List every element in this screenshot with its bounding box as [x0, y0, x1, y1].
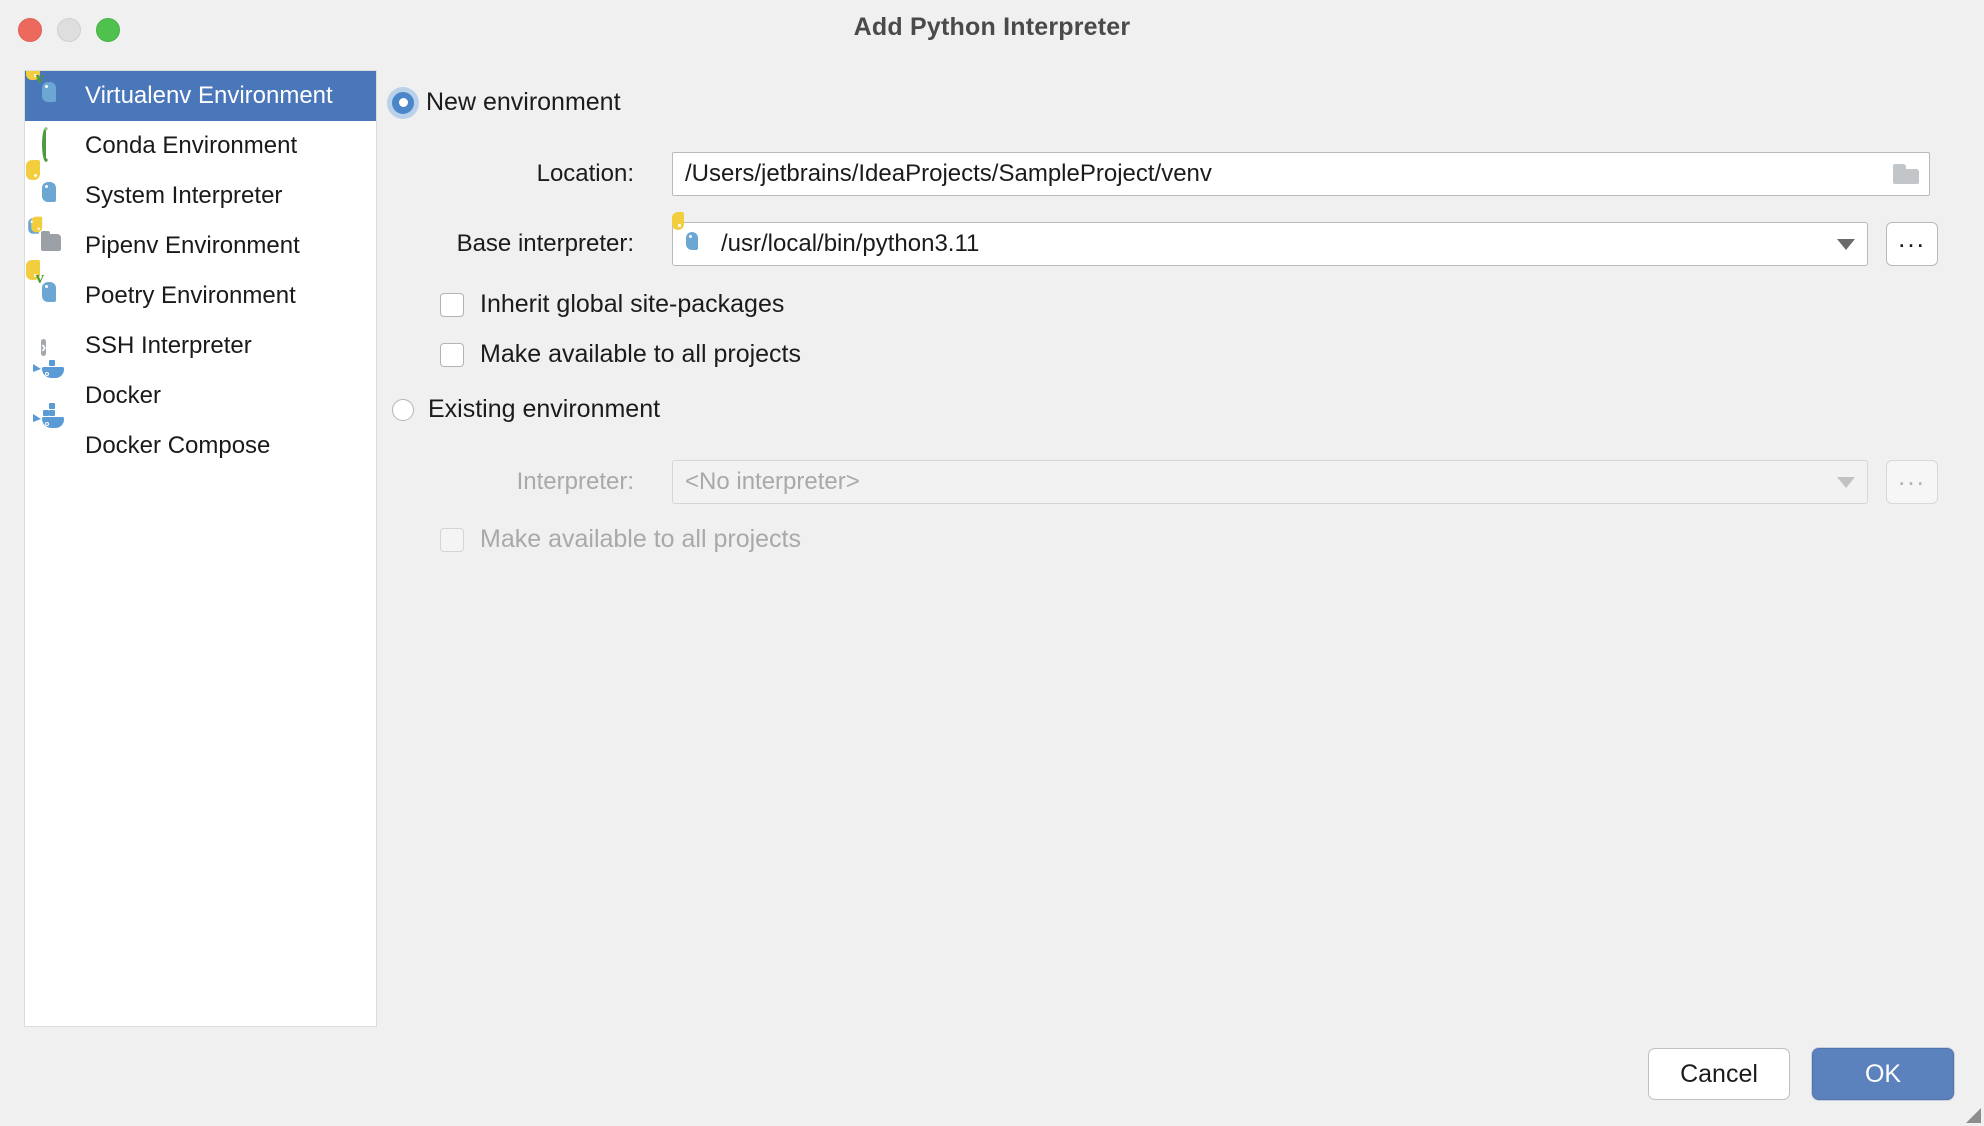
sidebar-item-ssh-interpreter[interactable]: › SSH Interpreter	[25, 321, 376, 371]
base-interpreter-browse-button[interactable]: ...	[1886, 222, 1938, 266]
sidebar-item-label: Docker	[85, 382, 162, 409]
sidebar-item-label: Pipenv Environment	[85, 232, 300, 259]
new-environment-radio-row[interactable]: New environment	[392, 88, 621, 117]
existing-environment-radio[interactable]	[392, 398, 414, 421]
sidebar-item-docker[interactable]: Docker	[25, 360, 376, 421]
new-environment-radio[interactable]	[392, 91, 414, 114]
sidebar-item-label: Virtualenv Environment	[85, 82, 333, 109]
base-interpreter-dropdown[interactable]: /usr/local/bin/python3.11	[672, 212, 1868, 266]
sidebar-item-label: Poetry Environment	[85, 282, 296, 309]
docker-compose-whale-icon	[33, 403, 71, 461]
location-value: /Users/jetbrains/IdeaProjects/SampleProj…	[685, 160, 1212, 187]
sidebar-item-conda-environment[interactable]: Conda Environment	[25, 121, 376, 171]
sidebar-item-label: System Interpreter	[85, 182, 283, 209]
window-titlebar: Add Python Interpreter	[0, 0, 1984, 56]
sidebar-item-poetry-environment[interactable]: v Poetry Environment	[25, 260, 376, 321]
make-available-all-projects-label: Make available to all projects	[480, 340, 801, 368]
chevron-down-icon[interactable]	[1837, 476, 1855, 488]
python-icon	[672, 212, 711, 257]
existing-interpreter-dropdown[interactable]: <No interpreter>	[672, 460, 1868, 504]
existing-make-available-all-projects-label: Make available to all projects	[480, 525, 801, 553]
inherit-global-site-packages-row[interactable]: Inherit global site-packages	[440, 290, 784, 319]
inherit-global-site-packages-label: Inherit global site-packages	[480, 290, 785, 318]
location-label: Location:	[536, 160, 634, 187]
existing-environment-radio-row[interactable]: Existing environment	[392, 395, 660, 424]
existing-interpreter-row: Interpreter: <No interpreter> ...	[392, 460, 1952, 504]
python-venv-icon: v	[26, 71, 71, 111]
window-title: Add Python Interpreter	[853, 13, 1131, 41]
conda-ring-icon	[41, 127, 71, 162]
existing-interpreter-value: <No interpreter>	[685, 468, 860, 495]
base-interpreter-label: Base interpreter:	[456, 230, 634, 257]
docker-whale-icon	[33, 360, 71, 411]
sidebar-item-pipenv-environment[interactable]: Pipenv Environment	[25, 216, 376, 271]
existing-interpreter-label: Interpreter:	[516, 468, 634, 495]
inherit-global-site-packages-checkbox[interactable]	[440, 292, 464, 317]
python-icon	[26, 160, 71, 211]
ssh-terminal-icon: ›	[41, 339, 47, 356]
chevron-down-icon[interactable]	[1837, 238, 1855, 250]
base-interpreter-row: Base interpreter: /usr/local/bin/python3…	[392, 212, 1952, 266]
cancel-button[interactable]: Cancel	[1648, 1048, 1790, 1100]
sidebar-item-virtualenv-environment[interactable]: v Virtualenv Environment	[25, 71, 376, 121]
ok-button[interactable]: OK	[1812, 1048, 1954, 1100]
folder-icon[interactable]	[1893, 164, 1919, 184]
python-venv-icon: v	[26, 260, 71, 311]
existing-interpreter-browse-button[interactable]: ...	[1886, 460, 1938, 504]
sidebar-item-docker-compose[interactable]: Docker Compose	[25, 403, 376, 471]
sidebar-item-system-interpreter[interactable]: System Interpreter	[25, 160, 376, 221]
dialog-button-bar: Cancel OK	[1648, 1048, 1954, 1100]
window-resize-grip[interactable]	[1965, 1107, 1981, 1123]
folder-python-icon	[28, 216, 71, 261]
make-available-all-projects-row[interactable]: Make available to all projects	[440, 340, 801, 369]
interpreter-type-list[interactable]: v Virtualenv Environment Conda Environme…	[24, 70, 377, 1027]
existing-make-available-all-projects-checkbox[interactable]	[440, 527, 464, 552]
sidebar-item-label: Conda Environment	[85, 132, 298, 159]
sidebar-item-label: SSH Interpreter	[85, 332, 252, 359]
make-available-all-projects-checkbox[interactable]	[440, 342, 464, 367]
existing-make-available-all-projects-row[interactable]: Make available to all projects	[440, 525, 801, 554]
existing-environment-radio-label: Existing environment	[428, 395, 661, 423]
location-row: Location: /Users/jetbrains/IdeaProjects/…	[392, 152, 1932, 196]
base-interpreter-value: /usr/local/bin/python3.11	[721, 230, 980, 257]
sidebar-item-label: Docker Compose	[85, 432, 271, 459]
location-input[interactable]: /Users/jetbrains/IdeaProjects/SampleProj…	[672, 152, 1930, 196]
new-environment-radio-label: New environment	[426, 88, 621, 116]
